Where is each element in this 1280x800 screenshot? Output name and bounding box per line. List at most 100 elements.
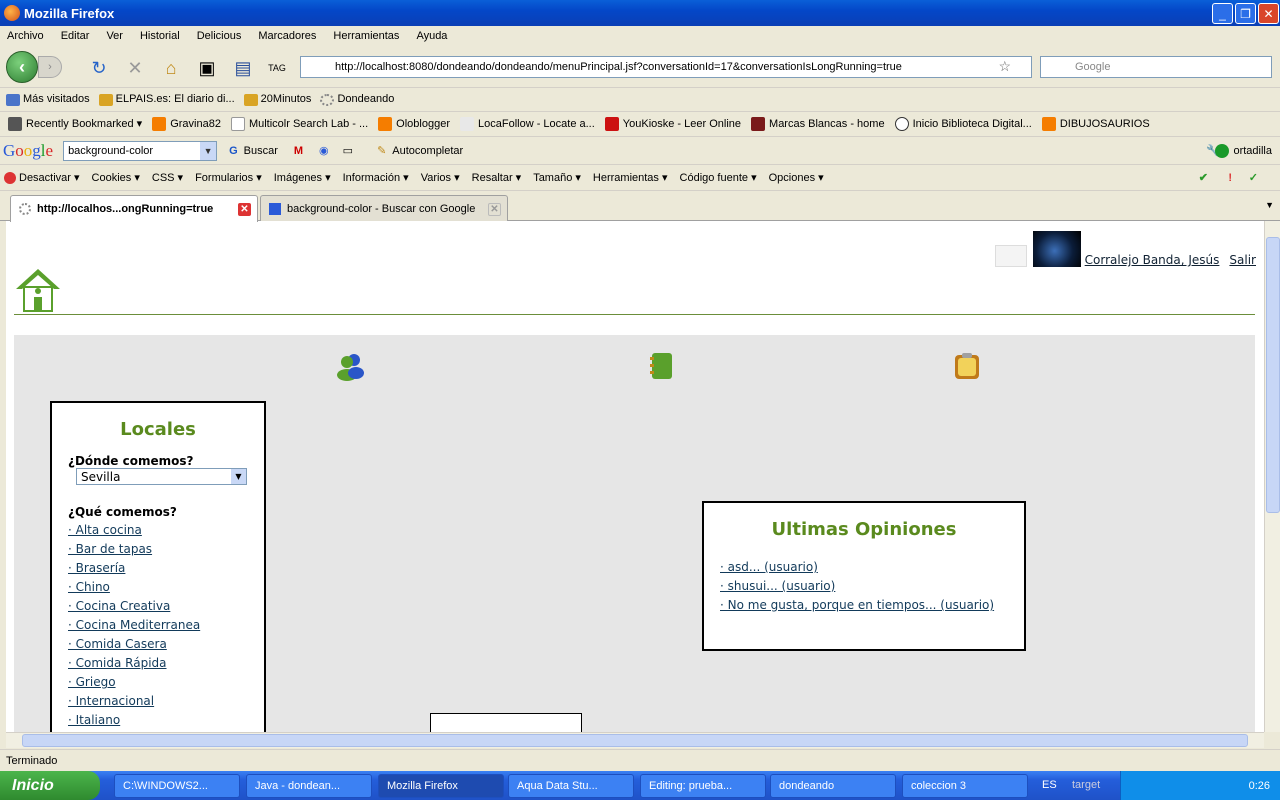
home-icon[interactable]: ⌂ — [160, 58, 182, 78]
category-link[interactable]: · Chino — [68, 578, 248, 597]
dev-herramientas[interactable]: Herramientas ▾ — [593, 171, 668, 184]
bookmark-mas-visitados[interactable]: Más visitados — [6, 93, 90, 106]
dev-desactivar[interactable]: Desactivar ▾ — [4, 171, 80, 185]
category-link[interactable]: · Cocina Mediterranea — [68, 616, 248, 635]
category-link[interactable]: · Comida Casera — [68, 635, 248, 654]
bookmark-dondeando[interactable]: Dondeando — [320, 93, 394, 106]
city-select[interactable]: Sevilla ▼ — [76, 468, 247, 485]
minimize-button[interactable]: _ — [1212, 3, 1233, 24]
home-icon[interactable] — [14, 267, 62, 313]
dev-informacion[interactable]: Información ▾ — [343, 171, 409, 184]
autofill-icon[interactable]: ✎ — [377, 144, 386, 157]
maximize-button[interactable]: ❐ — [1235, 3, 1256, 24]
menu-ayuda[interactable]: Ayuda — [416, 30, 447, 42]
recent-multicolr[interactable]: Multicolr Search Lab - ... — [230, 117, 368, 131]
scroll-thumb[interactable] — [1266, 237, 1280, 513]
tag-icon[interactable]: TAG — [266, 58, 288, 78]
menu-editar[interactable]: Editar — [61, 30, 90, 42]
autocompletar-button[interactable]: Autocompletar — [392, 145, 463, 157]
task-aqua[interactable]: Aqua Data Stu... — [508, 774, 634, 798]
search-input[interactable]: Google — [1040, 56, 1272, 78]
start-button[interactable]: Inicio — [0, 771, 100, 800]
menu-herramientas[interactable]: Herramientas — [333, 30, 399, 42]
globe-icon[interactable]: ◉ — [319, 144, 329, 157]
task-cmd[interactable]: C:\WINDOWS2... — [114, 774, 240, 798]
dev-css[interactable]: CSS ▾ — [152, 171, 183, 184]
menu-archivo[interactable]: Archivo — [7, 30, 44, 42]
google-search-field[interactable]: background-color ▼ — [63, 140, 218, 161]
recent-biblioteca[interactable]: Inicio Biblioteca Digital... — [894, 117, 1032, 131]
recent-dibujosaurios[interactable]: DIBUJOSAURIOS — [1041, 117, 1150, 131]
category-link[interactable]: · Italiano — [68, 711, 248, 730]
dev-imagenes[interactable]: Imágenes ▾ — [274, 171, 331, 184]
bookmark-20minutos[interactable]: 20Minutos — [243, 93, 311, 106]
scroll-thumb[interactable] — [22, 734, 1248, 747]
tab-google-search[interactable]: background-color - Buscar con Google ✕ — [260, 195, 508, 221]
menu-ver[interactable]: Ver — [106, 30, 123, 42]
close-tab-icon[interactable]: ✕ — [238, 203, 251, 216]
notes-icon[interactable] — [952, 351, 982, 381]
task-coleccion[interactable]: coleccion 3 — [902, 774, 1028, 798]
close-tab-icon[interactable]: ✕ — [488, 203, 501, 216]
chevron-down-icon[interactable]: ▼ — [200, 141, 217, 160]
category-link[interactable]: · Comida Rápida — [68, 654, 248, 673]
stop-icon[interactable]: ✕ — [124, 58, 146, 78]
logout-link[interactable]: Salir — [1229, 253, 1256, 267]
address-book-icon[interactable] — [646, 351, 676, 381]
user-name-link[interactable]: Corralejo Banda, Jesús — [1085, 253, 1220, 267]
error-icon[interactable]: ! — [1228, 172, 1232, 184]
recent-marcas-blancas[interactable]: Marcas Blancas - home — [751, 117, 885, 131]
tab-localhost[interactable]: http://localhos...ongRunning=true ✕ — [10, 195, 258, 222]
forward-button[interactable]: › — [38, 56, 62, 78]
valid-icon[interactable]: ✓ — [1249, 171, 1258, 184]
url-bar[interactable]: http://localhost:8080/dondeando/dondeand… — [300, 56, 1032, 78]
google-account[interactable]: ortadilla — [1215, 143, 1272, 158]
vertical-scrollbar[interactable] — [1264, 221, 1280, 732]
dev-resaltar[interactable]: Resaltar ▾ — [472, 171, 522, 184]
task-editing[interactable]: Editing: prueba... — [640, 774, 766, 798]
language-indicator[interactable]: ES — [1042, 779, 1057, 791]
close-window-button[interactable]: ✕ — [1258, 3, 1279, 24]
tab-list-icon[interactable]: ▼ — [1265, 200, 1274, 210]
recent-youkioske[interactable]: YouKioske - Leer Online — [604, 117, 741, 131]
bookmark-page-icon[interactable]: ▤ — [232, 58, 254, 78]
opinion-link[interactable]: · asd... (usuario) — [720, 558, 1008, 577]
back-button[interactable]: ‹ — [6, 51, 38, 83]
bookmark-elpais[interactable]: ELPAIS.es: El diario di... — [98, 93, 235, 106]
gmail-icon[interactable]: M — [294, 145, 303, 157]
bar-icon[interactable]: ▭ — [343, 144, 353, 157]
dev-formularios[interactable]: Formularios ▾ — [195, 171, 262, 184]
buscar-button[interactable]: Buscar — [244, 145, 278, 157]
dev-varios[interactable]: Varios ▾ — [421, 171, 460, 184]
mail-icon[interactable] — [994, 245, 1027, 267]
category-link[interactable]: · Brasería — [68, 559, 248, 578]
task-dondeando[interactable]: dondeando — [770, 774, 896, 798]
horizontal-scrollbar[interactable] — [6, 732, 1264, 748]
category-link[interactable]: · Alta cocina — [68, 521, 248, 540]
menu-marcadores[interactable]: Marcadores — [258, 30, 316, 42]
dev-opciones[interactable]: Opciones ▾ — [769, 171, 824, 184]
category-link[interactable]: · Griego — [68, 673, 248, 692]
recent-oloblogger[interactable]: Oloblogger — [378, 117, 450, 131]
dev-codigo-fuente[interactable]: Código fuente ▾ — [680, 171, 757, 184]
opinion-link[interactable]: · No me gusta, porque en tiempos... (usu… — [720, 596, 1008, 615]
category-link[interactable]: · Internacional — [68, 692, 248, 711]
dev-tamano[interactable]: Tamaño ▾ — [533, 171, 581, 184]
recent-locafollow[interactable]: LocaFollow - Locate a... — [460, 117, 595, 131]
menu-historial[interactable]: Historial — [140, 30, 180, 42]
category-link[interactable]: · Bar de tapas — [68, 540, 248, 559]
star-icon[interactable]: ☆ — [998, 58, 1011, 75]
chevron-down-icon[interactable]: ▼ — [231, 469, 246, 484]
users-icon[interactable] — [336, 351, 366, 381]
menu-delicious[interactable]: Delicious — [197, 30, 242, 42]
recent-bookmarked[interactable]: Recently Bookmarked ▾ — [8, 117, 142, 132]
screen-grab-icon[interactable]: ▣ — [196, 58, 218, 78]
category-link[interactable]: · Cocina Creativa — [68, 597, 248, 616]
reload-icon[interactable]: ↻ — [88, 58, 110, 78]
recent-gravina82[interactable]: Gravina82 — [152, 117, 221, 131]
task-firefox[interactable]: Mozilla Firefox — [378, 774, 504, 798]
opinion-link[interactable]: · shusui... (usuario) — [720, 577, 1008, 596]
dev-cookies[interactable]: Cookies ▾ — [92, 171, 140, 184]
task-java[interactable]: Java - dondean... — [246, 774, 372, 798]
check-icon[interactable]: ✔ — [1199, 171, 1208, 184]
